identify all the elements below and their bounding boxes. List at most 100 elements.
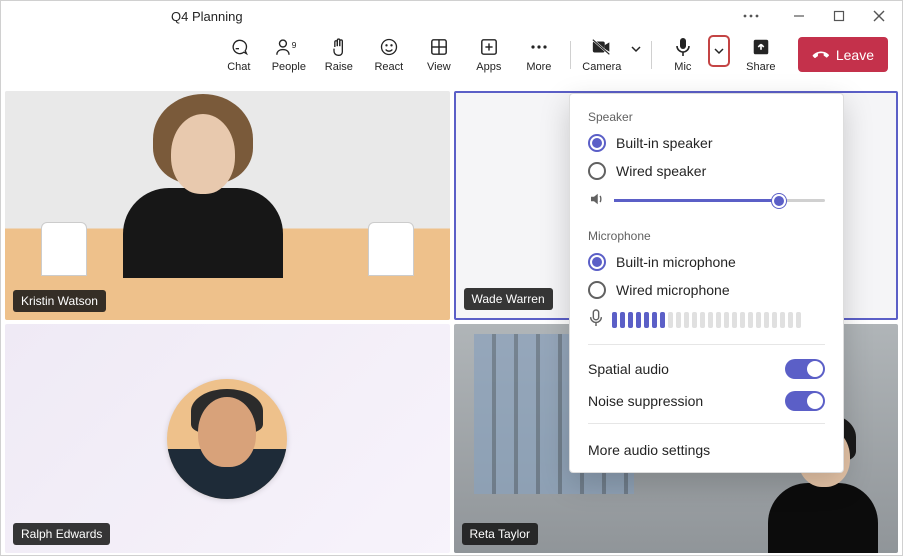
speaker-option-builtin[interactable]: Built-in speaker <box>588 134 825 152</box>
react-button[interactable]: React <box>364 35 414 73</box>
mic-button[interactable]: Mic <box>658 35 708 73</box>
speaker-builtin-label: Built-in speaker <box>616 135 713 151</box>
grid-icon <box>430 35 448 59</box>
react-label: React <box>374 61 403 73</box>
mic-level-bar <box>636 312 641 328</box>
participant-name: Kristin Watson <box>13 290 106 312</box>
mic-option-wired[interactable]: Wired microphone <box>588 281 825 299</box>
more-window-actions[interactable] <box>738 3 764 29</box>
participant-figure <box>171 114 283 278</box>
more-icon <box>530 35 548 59</box>
volume-fill <box>614 199 779 202</box>
mic-level-bar <box>700 312 705 328</box>
people-icon: 9 <box>276 35 302 59</box>
chat-label: Chat <box>227 61 250 73</box>
chat-button[interactable]: Chat <box>214 35 264 73</box>
mic-level-bar <box>644 312 649 328</box>
mic-level-bar <box>764 312 769 328</box>
radio-unchecked-icon <box>588 162 606 180</box>
mic-level-indicator <box>588 309 825 330</box>
microphone-icon <box>674 35 692 59</box>
apps-icon <box>480 35 498 59</box>
mic-option-builtin[interactable]: Built-in microphone <box>588 253 825 271</box>
mic-level-bar <box>620 312 625 328</box>
close-button[interactable] <box>866 3 892 29</box>
mic-level-bar <box>628 312 633 328</box>
audio-options-flyout: Speaker Built-in speaker Wired speaker M… <box>569 93 844 473</box>
microphone-section-title: Microphone <box>588 229 825 243</box>
speaker-section-title: Speaker <box>588 110 825 124</box>
leave-button[interactable]: Leave <box>798 37 888 72</box>
svg-text:9: 9 <box>291 40 296 50</box>
apps-label: Apps <box>476 61 501 73</box>
people-label: People <box>272 61 306 73</box>
speaker-volume-slider[interactable] <box>588 190 825 211</box>
flyout-separator <box>588 344 825 345</box>
smiley-icon <box>379 35 399 59</box>
volume-thumb[interactable] <box>772 194 786 208</box>
toolbar-separator-2 <box>651 41 652 69</box>
mic-level-bar <box>612 312 617 328</box>
toolbar-separator <box>570 41 571 69</box>
more-button[interactable]: More <box>514 35 564 73</box>
avatar <box>167 379 287 499</box>
mic-wired-label: Wired microphone <box>616 282 730 298</box>
mic-builtin-label: Built-in microphone <box>616 254 736 270</box>
mic-level-bar <box>772 312 777 328</box>
share-label: Share <box>746 61 775 73</box>
noise-suppression-toggle[interactable] <box>785 391 825 411</box>
mic-level-bar <box>660 312 665 328</box>
view-button[interactable]: View <box>414 35 464 73</box>
titlebar: Q4 Planning <box>1 1 902 31</box>
participant-name: Reta Taylor <box>462 523 538 545</box>
mic-level-bars <box>612 312 825 328</box>
video-tile-ralph[interactable]: Ralph Edwards <box>5 324 450 553</box>
more-audio-settings-link[interactable]: More audio settings <box>588 438 825 458</box>
hangup-icon <box>807 42 832 67</box>
participant-name: Wade Warren <box>464 288 553 310</box>
volume-track[interactable] <box>614 199 825 202</box>
mic-level-bar <box>708 312 713 328</box>
mic-level-bar <box>788 312 793 328</box>
decor-chair <box>41 222 87 276</box>
raise-hand-icon <box>329 35 349 59</box>
participant-name: Ralph Edwards <box>13 523 110 545</box>
mic-level-bar <box>748 312 753 328</box>
mic-level-bar <box>732 312 737 328</box>
camera-options-chevron[interactable] <box>627 35 645 63</box>
radio-checked-icon <box>588 134 606 152</box>
people-button[interactable]: 9 People <box>264 35 314 73</box>
mic-level-bar <box>716 312 721 328</box>
radio-checked-icon <box>588 253 606 271</box>
video-tile-kristin[interactable]: Kristin Watson <box>5 91 450 320</box>
window-title: Q4 Planning <box>171 9 243 24</box>
chat-icon <box>229 35 249 59</box>
mic-options-chevron-highlighted[interactable] <box>708 35 730 67</box>
toolbar: Chat 9 People Raise React View <box>1 31 902 87</box>
view-label: View <box>427 61 451 73</box>
mic-level-bar <box>652 312 657 328</box>
mic-level-bar <box>676 312 681 328</box>
spatial-audio-toggle[interactable] <box>785 359 825 379</box>
radio-unchecked-icon <box>588 281 606 299</box>
leave-label: Leave <box>836 47 874 63</box>
mic-label: Mic <box>674 61 691 73</box>
mic-level-bar <box>724 312 729 328</box>
mic-level-bar <box>668 312 673 328</box>
raise-label: Raise <box>325 61 353 73</box>
camera-button[interactable]: Camera <box>577 35 627 73</box>
mic-level-bar <box>756 312 761 328</box>
window-controls <box>738 3 892 29</box>
speaker-option-wired[interactable]: Wired speaker <box>588 162 825 180</box>
mic-level-bar <box>692 312 697 328</box>
minimize-button[interactable] <box>786 3 812 29</box>
speaker-volume-icon <box>588 190 606 211</box>
share-button[interactable]: Share <box>736 35 786 73</box>
decor-chair <box>368 222 414 276</box>
more-label: More <box>526 61 551 73</box>
mic-level-bar <box>740 312 745 328</box>
speaker-wired-label: Wired speaker <box>616 163 706 179</box>
raise-hand-button[interactable]: Raise <box>314 35 364 73</box>
apps-button[interactable]: Apps <box>464 35 514 73</box>
maximize-button[interactable] <box>826 3 852 29</box>
